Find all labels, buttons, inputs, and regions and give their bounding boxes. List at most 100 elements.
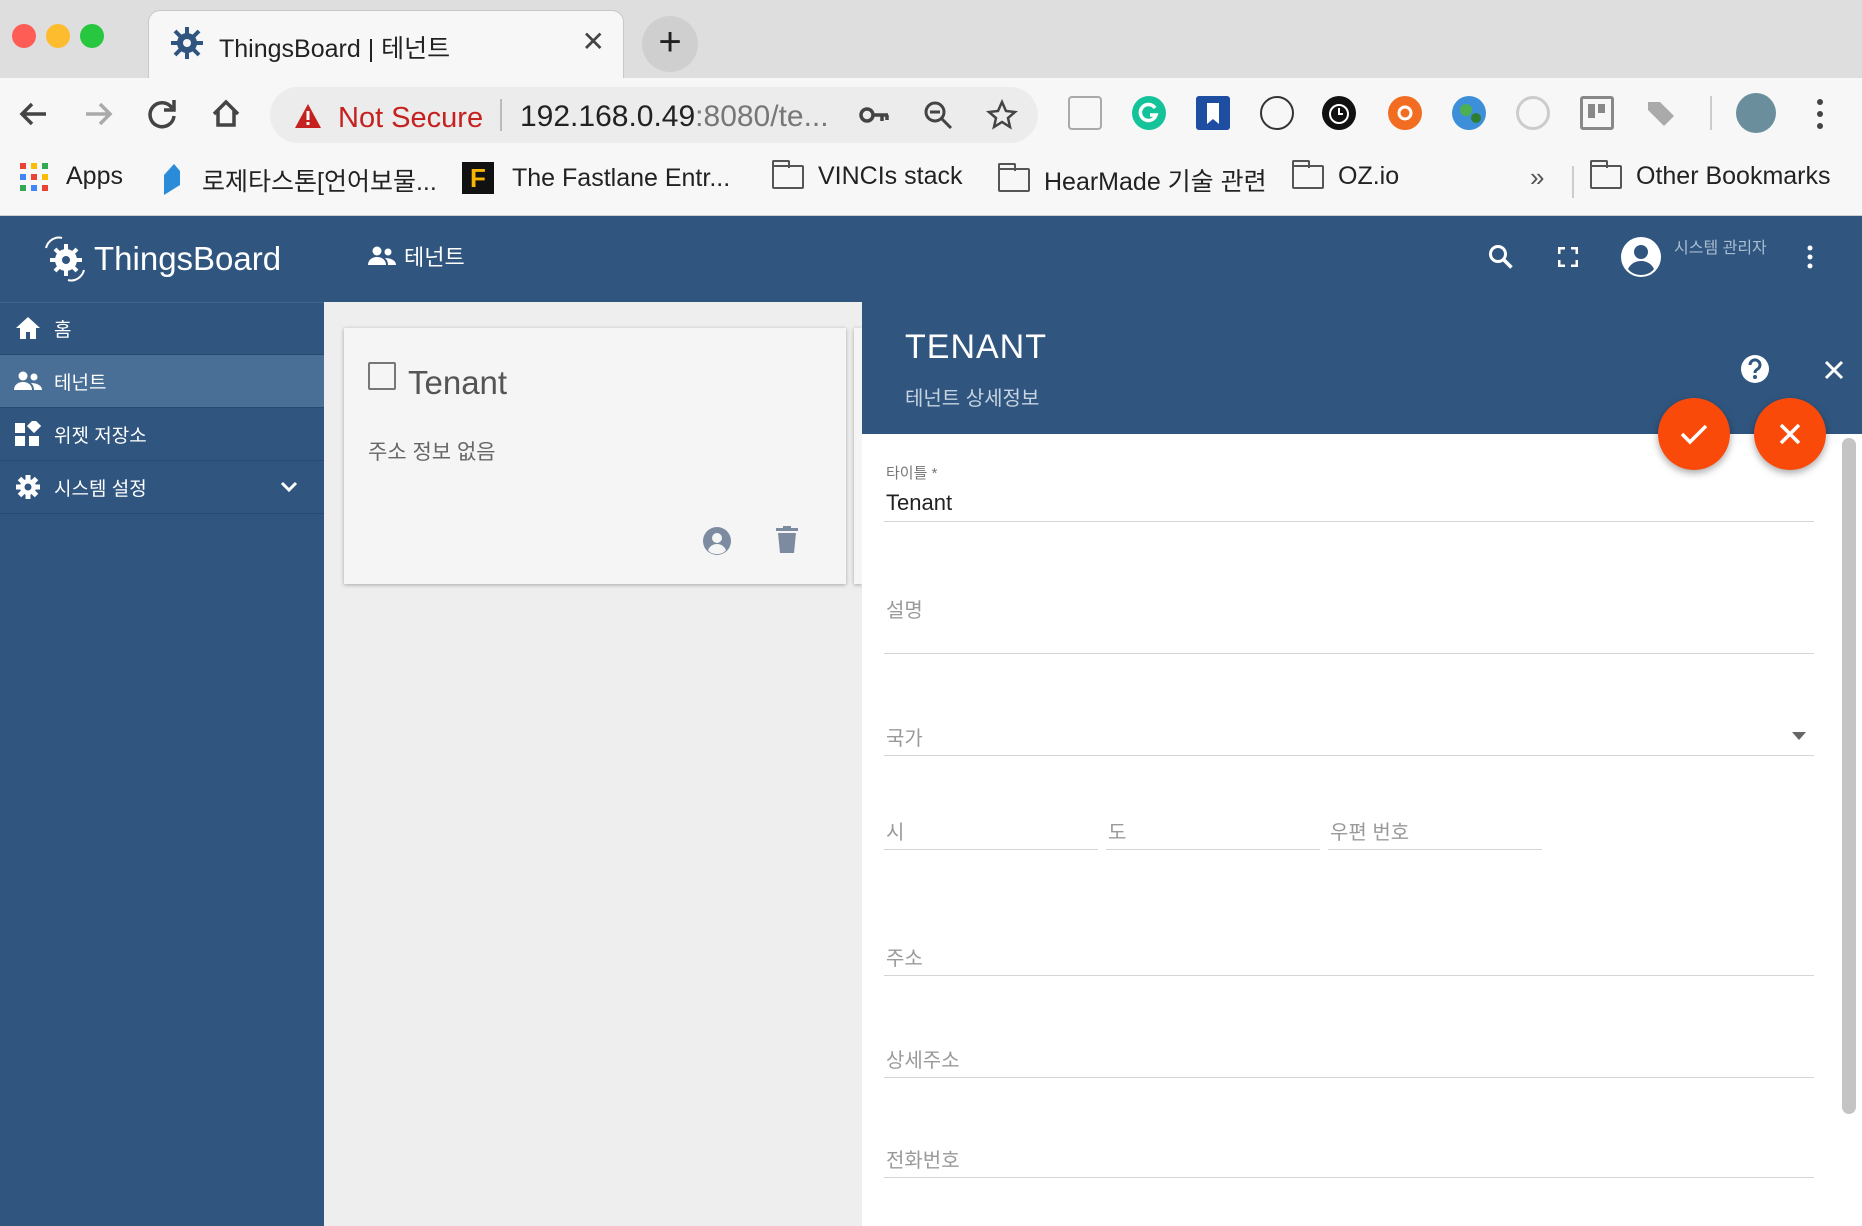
title-field-value: Tenant <box>886 490 953 515</box>
zip-field-label: 우편 번호 <box>1330 822 1410 844</box>
toolbar-divider <box>1710 96 1712 130</box>
user-role-label: 시스템 관리자 <box>1674 240 1767 257</box>
title-field[interactable]: 타이틀 * Tenant <box>884 458 1814 522</box>
zoom-out-icon[interactable] <box>922 99 954 131</box>
browser-tab-active[interactable]: ThingsBoard | 테넌트 ✕ <box>148 10 624 80</box>
widgets-icon <box>14 420 42 448</box>
g-extension-icon[interactable] <box>1516 96 1550 130</box>
apps-grid-icon <box>20 162 48 191</box>
folder-icon <box>772 159 804 189</box>
city-field-label: 시 <box>886 822 905 844</box>
reload-icon[interactable] <box>140 92 184 136</box>
thingsboard-logo[interactable]: ThingsBoard <box>40 234 281 284</box>
tenant-card-title: Tenant <box>408 364 508 401</box>
close-icon <box>1779 423 1801 445</box>
bookmarks-overflow-button[interactable]: » <box>1530 162 1544 193</box>
thingsboard-logo-icon <box>45 236 85 282</box>
title-field-label: 타이틀 * <box>886 465 938 482</box>
bookmarks-divider <box>1572 166 1574 198</box>
forward-arrow-icon[interactable] <box>76 92 120 136</box>
search-icon[interactable] <box>1488 244 1514 270</box>
clock-extension-icon[interactable] <box>1322 96 1356 130</box>
url-text[interactable]: 192.168.0.49:8080/te... <box>520 100 829 134</box>
address-bar[interactable]: Not Secure 192.168.0.49:8080/te... <box>270 87 1038 143</box>
bookmark-label: OZ.io <box>1338 162 1400 190</box>
zoom-window-button[interactable] <box>80 24 104 48</box>
app-top-bar: 테넌트 시스템 관리자 <box>324 216 1862 302</box>
tenant-details-panel: TENANT 테넌트 상세정보 타이틀 * Tenant 설명 국가 시 도 우… <box>862 302 1862 1226</box>
people-icon <box>14 367 42 395</box>
delete-icon[interactable] <box>776 526 798 554</box>
sidebar-item-tenants[interactable]: 테넌트 <box>0 355 324 407</box>
globe-extension-icon[interactable] <box>1452 96 1486 130</box>
details-title: TENANT <box>905 328 1047 366</box>
sidebar-item-home[interactable]: 홈 <box>0 302 324 354</box>
bookmark-fastlane[interactable]: F The Fastlane Entr... <box>462 162 730 194</box>
gear-icon <box>14 473 42 501</box>
bookmark-rosetta[interactable]: 로제타스톤[언어보물... <box>160 162 437 198</box>
menu-dots-icon[interactable] <box>1810 96 1830 132</box>
details-subtitle: 테넌트 상세정보 <box>905 388 1040 410</box>
account-circle-icon[interactable] <box>1620 236 1662 278</box>
more-vert-icon[interactable] <box>1804 244 1816 270</box>
tag-extension-icon[interactable] <box>1644 96 1678 130</box>
browser-toolbar: Not Secure 192.168.0.49:8080/te... <box>0 78 1862 150</box>
chevron-down-icon[interactable] <box>280 481 298 493</box>
folder-icon <box>998 163 1030 192</box>
address2-field[interactable]: 상세주소 <box>884 1040 1814 1078</box>
back-arrow-icon[interactable] <box>12 92 56 136</box>
home-icon[interactable] <box>204 92 248 136</box>
phone-field-label: 전화번호 <box>886 1150 960 1172</box>
sidebar-item-label: 홈 <box>54 319 72 341</box>
manage-users-icon[interactable] <box>702 526 732 556</box>
bookmark-folder-other[interactable]: Other Bookmarks <box>1590 159 1831 191</box>
bookmark-label: Apps <box>66 162 123 190</box>
tenant-card-checkbox[interactable] <box>368 362 396 390</box>
sidebar-separator <box>0 513 324 514</box>
city-field[interactable]: 시 <box>884 814 1098 850</box>
minimize-window-button[interactable] <box>46 24 70 48</box>
country-select[interactable]: 국가 <box>884 718 1814 756</box>
zip-field[interactable]: 우편 번호 <box>1328 814 1542 850</box>
bookmark-apps[interactable]: Apps <box>20 162 123 191</box>
page-title-text: 테넌트 <box>404 245 465 270</box>
bookmark-folder-hearmade[interactable]: HearMade 기술 관련 <box>998 162 1267 198</box>
tab-close-icon[interactable]: ✕ <box>582 25 605 58</box>
dropdown-arrow-icon <box>1792 732 1806 740</box>
star-icon[interactable] <box>986 99 1018 131</box>
close-window-button[interactable] <box>12 24 36 48</box>
sidebar-item-widgets[interactable]: 위젯 저장소 <box>0 408 324 460</box>
bookmark-label: 로제타스톤[언어보물... <box>202 168 437 196</box>
check-icon <box>1680 424 1708 445</box>
trello-extension-icon[interactable] <box>1580 96 1614 130</box>
bookmark-extension-icon[interactable] <box>1196 96 1230 130</box>
key-icon[interactable] <box>858 101 890 129</box>
folder-icon <box>1590 159 1622 189</box>
new-tab-button[interactable]: + <box>642 16 698 72</box>
extension-n-icon[interactable] <box>1068 96 1102 130</box>
sidebar-item-system-settings[interactable]: 시스템 설정 <box>0 461 324 513</box>
grammarly-icon[interactable] <box>1132 96 1166 130</box>
tenant-card-next <box>854 328 862 584</box>
country-select-label: 국가 <box>886 728 923 750</box>
description-field[interactable]: 설명 <box>884 590 1814 654</box>
fullscreen-icon[interactable] <box>1558 247 1578 267</box>
details-scrollbar[interactable] <box>1842 438 1856 1114</box>
lifebuoy-extension-icon[interactable] <box>1388 96 1422 130</box>
tenant-card[interactable]: Tenant 주소 정보 없음 <box>344 328 846 584</box>
phone-field[interactable]: 전화번호 <box>884 1140 1814 1178</box>
tenant-card-address: 주소 정보 없음 <box>368 441 496 464</box>
address-field[interactable]: 주소 <box>884 938 1814 976</box>
json-extension-icon[interactable] <box>1260 96 1294 130</box>
state-field-label: 도 <box>1108 822 1127 844</box>
state-field[interactable]: 도 <box>1106 814 1320 850</box>
help-icon[interactable] <box>1740 354 1770 384</box>
fastlane-favicon-icon: F <box>462 162 494 194</box>
page-title: 테넌트 <box>368 240 465 272</box>
close-icon[interactable] <box>1824 360 1844 380</box>
sidebar-item-label: 시스템 설정 <box>54 478 147 500</box>
bookmark-folder-oz[interactable]: OZ.io <box>1292 159 1400 191</box>
sidebar-item-label: 위젯 저장소 <box>54 425 147 447</box>
profile-avatar[interactable] <box>1736 93 1776 133</box>
bookmark-folder-vincis[interactable]: VINCIs stack <box>772 159 962 191</box>
